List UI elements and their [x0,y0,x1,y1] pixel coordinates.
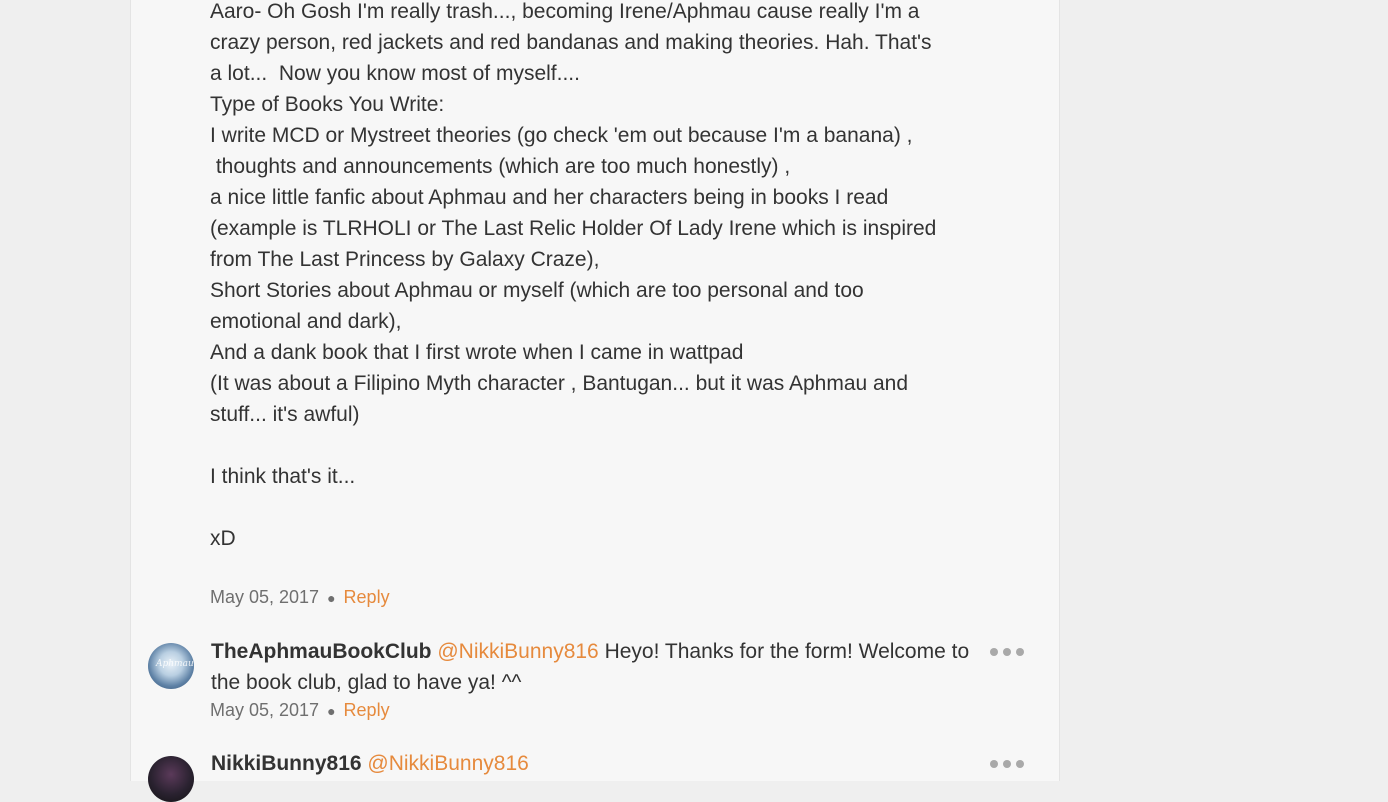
post-body-line: Short Stories about Aphmau or myself (wh… [210,279,864,302]
post-body-line: I write MCD or Mystreet theories (go che… [210,124,913,147]
avatar[interactable]: Aphmau [148,643,194,689]
post-date: May 05, 2017 [210,587,320,607]
post-body-line: from The Last Princess by Galaxy Craze), [210,248,600,271]
comment-reply-link[interactable]: Reply [344,700,390,720]
post-body-line [210,492,1000,523]
more-dot [1016,760,1024,768]
more-dot [1016,648,1024,656]
more-dot [990,760,998,768]
post-body-line: Aaro- Oh Gosh I'm really trash..., becom… [210,0,920,23]
more-dot [1003,760,1011,768]
comment-mention[interactable]: @NikkiBunny816 [437,640,598,663]
post-body-line: I think that's it... [210,465,356,488]
post-body-line: (It was about a Filipino Myth character … [210,372,909,395]
post-body-line: Type of Books You Write: [210,93,445,116]
more-dot [990,648,998,656]
more-options-icon[interactable] [990,645,1024,659]
comment-date: May 05, 2017 [210,700,320,720]
post-body: Aaro- Oh Gosh I'm really trash..., becom… [210,0,1000,554]
separator-dot: ● [327,703,336,719]
comment-username[interactable]: NikkiBunny816 [211,752,362,775]
post-meta: May 05, 2017 ● Reply [210,585,390,610]
post-body-line [210,430,1000,461]
post-reply-link[interactable]: Reply [344,587,390,607]
avatar[interactable] [148,756,194,802]
comment-username[interactable]: TheAphmauBookClub [211,640,432,663]
post-body-line: emotional and dark), [210,310,402,333]
post-body-line: stuff... it's awful) [210,403,360,426]
avatar-logo-text: Aphmau [156,659,194,669]
post-body-line: a nice little fanfic about Aphmau and he… [210,186,889,209]
more-options-icon[interactable] [990,757,1024,771]
separator-dot: ● [327,590,336,606]
more-dot [1003,648,1011,656]
comment-meta: May 05, 2017 ● Reply [210,698,390,723]
post-body-line: a lot... Now you know most of myself.... [210,62,580,85]
post-body-line: And a dank book that I first wrote when … [210,341,744,364]
comment-item: NikkiBunny816 @NikkiBunny816 [148,752,1028,802]
post-body-line: (example is TLRHOLI or The Last Relic Ho… [210,217,937,240]
comment-mention[interactable]: @NikkiBunny816 [367,752,528,775]
post-body-line: xD [210,527,236,550]
comment-body: TheAphmauBookClub @NikkiBunny816 Heyo! T… [211,636,991,698]
post-body-line: crazy person, red jackets and red bandan… [210,31,932,54]
comment-body: NikkiBunny816 @NikkiBunny816 [211,748,991,779]
post-body-line: thoughts and announcements (which are to… [210,155,791,178]
